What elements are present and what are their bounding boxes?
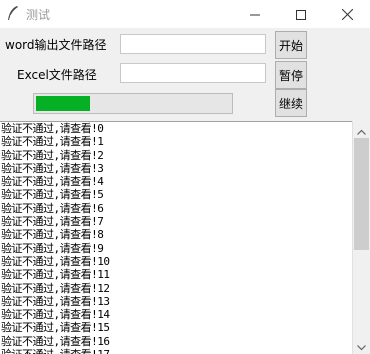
feather-icon <box>6 5 20 21</box>
excel-path-label: Excel文件路径 <box>17 68 97 82</box>
maximize-button[interactable] <box>278 0 324 28</box>
scroll-thumb[interactable] <box>354 138 369 250</box>
chevron-down-icon <box>357 336 366 354</box>
log-line: 验证不通过,请查看!4 <box>1 175 104 189</box>
log-line: 验证不通过,请查看!13 <box>1 294 110 308</box>
scroll-down-button[interactable] <box>353 337 370 354</box>
excel-path-input[interactable] <box>120 63 266 83</box>
log-line: 验证不通过,请查看!12 <box>1 281 110 295</box>
log-textarea[interactable]: 验证不通过,请查看!0 验证不通过,请查看!1 验证不通过,请查看!2 验证不通过,请… <box>0 121 352 354</box>
log-line: 验证不通过,请查看!10 <box>1 254 110 268</box>
progress-fill <box>36 96 91 111</box>
log-line: 验证不通过,请查看!14 <box>1 308 110 322</box>
log-line: 验证不通过,请查看!5 <box>1 188 104 202</box>
log-line: 验证不通过,请查看!8 <box>1 228 104 242</box>
window-title: 测试 <box>26 8 51 22</box>
minimize-button[interactable] <box>232 0 278 28</box>
word-output-path-label: word输出文件路径 <box>5 38 107 52</box>
log-line: 验证不通过,请查看!6 <box>1 201 104 215</box>
word-output-path-input[interactable] <box>120 34 266 54</box>
log-line: 验证不通过,请查看!3 <box>1 161 104 175</box>
chevron-up-icon <box>357 120 366 139</box>
continue-button[interactable]: 继续 <box>275 89 307 117</box>
vertical-scrollbar[interactable] <box>352 121 370 354</box>
close-icon <box>341 5 353 24</box>
progress-bar <box>33 93 233 114</box>
log-line: 验证不通过,请查看!1 <box>1 135 104 149</box>
log-line: 验证不通过,请查看!0 <box>1 122 104 135</box>
scroll-up-button[interactable] <box>353 121 370 138</box>
log-line: 验证不通过,请查看!17 <box>0 348 352 354</box>
log-line: 验证不通过,请查看!16 <box>1 334 110 348</box>
log-line: 验证不通过,请查看!2 <box>1 148 104 162</box>
log-line: 验证不通过,请查看!7 <box>1 215 104 229</box>
log-line: 验证不通过,请查看!9 <box>1 241 104 255</box>
log-line: 验证不通过,请查看!11 <box>1 268 110 282</box>
pause-button[interactable]: 暂停 <box>275 61 307 89</box>
log-line: 验证不通过,请查看!15 <box>1 321 110 335</box>
minimize-icon <box>250 5 260 24</box>
title-bar: 测试 <box>0 0 370 28</box>
maximize-icon <box>296 5 306 24</box>
close-button[interactable] <box>324 0 370 28</box>
start-button[interactable]: 开始 <box>275 31 307 59</box>
